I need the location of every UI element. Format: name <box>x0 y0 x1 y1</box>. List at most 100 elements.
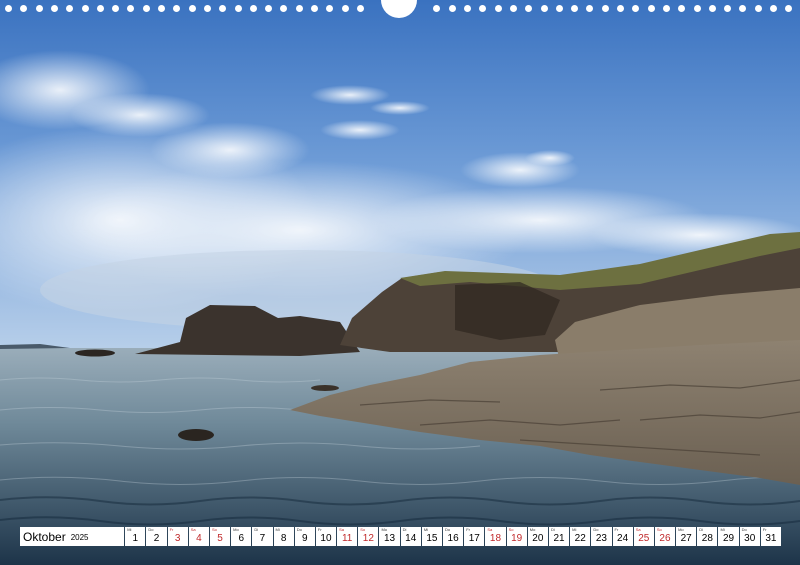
binding-hole <box>601 5 609 12</box>
binding-hole <box>280 5 288 12</box>
day-number: 28 <box>701 533 713 544</box>
binding-hole <box>448 5 456 12</box>
day-number: 20 <box>532 533 544 544</box>
day-number: 27 <box>680 533 692 544</box>
day-cell: Do 16 <box>443 527 464 546</box>
day-number: 11 <box>341 533 353 544</box>
binding-hole <box>525 5 533 12</box>
binding-hole <box>555 5 563 12</box>
day-cell: Fr 17 <box>464 527 485 546</box>
binding-hole <box>356 5 364 12</box>
binding-hole <box>693 5 701 12</box>
day-cell: Mi 1 <box>125 527 146 546</box>
day-cell: Sa 11 <box>337 527 358 546</box>
day-number: 8 <box>280 533 287 544</box>
binding-hole <box>509 5 517 12</box>
day-cell: Do 23 <box>591 527 612 546</box>
day-number: 23 <box>595 533 607 544</box>
binding-hole <box>678 5 686 12</box>
day-cell: So 12 <box>358 527 379 546</box>
day-number: 16 <box>447 533 459 544</box>
day-number: 17 <box>468 533 480 544</box>
small-rock <box>75 349 115 357</box>
binding-hole <box>127 5 135 12</box>
day-cell: Do 2 <box>146 527 167 546</box>
day-number: 24 <box>617 533 629 544</box>
binding-hole <box>662 5 670 12</box>
binding-hole <box>770 5 777 12</box>
binding-hole <box>188 5 196 12</box>
binding-hole <box>203 5 211 12</box>
mid-rock <box>311 385 339 391</box>
binding-hole <box>494 5 502 12</box>
binding-hole <box>754 5 762 12</box>
day-number: 30 <box>744 533 756 544</box>
binding-hole <box>617 5 624 12</box>
day-cell: Di 28 <box>697 527 718 546</box>
day-cell: Sa 4 <box>188 527 209 546</box>
coastal-landscape-photo <box>0 0 800 565</box>
calendar-strip: Oktober 2025 Mi 1 Do 2 Fr 3 Sa 4 So 5 Mo 6 Di 7 Mi 8 Do 9… <box>20 527 781 546</box>
day-number: 12 <box>362 533 374 544</box>
binding-hole <box>20 5 28 12</box>
day-cell: Mi 29 <box>718 527 739 546</box>
binding-hole <box>96 5 104 12</box>
binding-hole <box>540 5 548 12</box>
binding-hole <box>708 5 716 12</box>
day-number: 15 <box>426 533 438 544</box>
day-cell: Do 9 <box>294 527 315 546</box>
day-number: 6 <box>238 533 244 544</box>
month-label-box: Oktober 2025 <box>20 527 125 546</box>
day-number: 13 <box>383 533 396 544</box>
day-number: 21 <box>553 533 565 544</box>
binding-hole <box>632 5 640 12</box>
day-cell: Fr 3 <box>167 527 188 546</box>
day-cell: Mo 6 <box>231 527 252 546</box>
month-year: 2025 <box>70 532 89 542</box>
day-number: 29 <box>722 533 735 544</box>
binding-hole <box>464 5 471 12</box>
binding-hole <box>586 5 594 12</box>
day-number: 2 <box>153 533 160 544</box>
binding-hole <box>647 5 655 12</box>
day-cell: Di 7 <box>252 527 273 546</box>
day-cell: Di 21 <box>548 527 570 546</box>
binding-hole <box>50 5 58 12</box>
day-number: 19 <box>511 533 523 544</box>
binding-hole <box>66 5 74 12</box>
day-cell: Mo 20 <box>527 527 548 546</box>
day-number: 9 <box>302 533 308 544</box>
day-cell: Mi 8 <box>273 527 294 546</box>
binding-hole <box>112 5 120 12</box>
foreground-rock <box>178 429 214 441</box>
day-cell: Mi 15 <box>421 527 442 546</box>
day-cell: So 26 <box>654 527 676 546</box>
binding-hole <box>142 5 150 12</box>
day-cell: Do 30 <box>739 527 760 546</box>
binding-hole <box>341 5 349 12</box>
day-number: 4 <box>196 533 202 544</box>
day-cells: Mi 1 Do 2 Fr 3 Sa 4 So 5 Mo 6 Di 7 Mi 8 Do 9 Fr 10 Sa 11 So 12 M… <box>125 527 781 546</box>
binding-hole <box>785 5 793 12</box>
day-number: 22 <box>574 533 586 544</box>
day-number: 3 <box>174 533 181 544</box>
binding-hole <box>311 5 318 12</box>
binding-hole <box>739 5 747 12</box>
binding-hole <box>326 5 334 12</box>
binding-hole <box>295 5 303 12</box>
binding-hole <box>724 5 732 12</box>
day-number: 10 <box>320 533 332 544</box>
day-number: 25 <box>638 533 650 544</box>
binding-hole <box>158 5 165 12</box>
day-cell: Sa 25 <box>633 527 654 546</box>
day-cell: Fr 10 <box>315 527 337 546</box>
day-cell: Sa 18 <box>485 527 506 546</box>
day-number: 1 <box>132 533 139 544</box>
binding-hole <box>35 5 43 12</box>
day-number: 31 <box>765 533 777 544</box>
month-name: Oktober <box>23 529 66 544</box>
binding-hole <box>479 5 487 12</box>
day-number: 14 <box>405 533 417 544</box>
day-number: 18 <box>489 533 502 544</box>
day-cell: So 5 <box>209 527 231 546</box>
